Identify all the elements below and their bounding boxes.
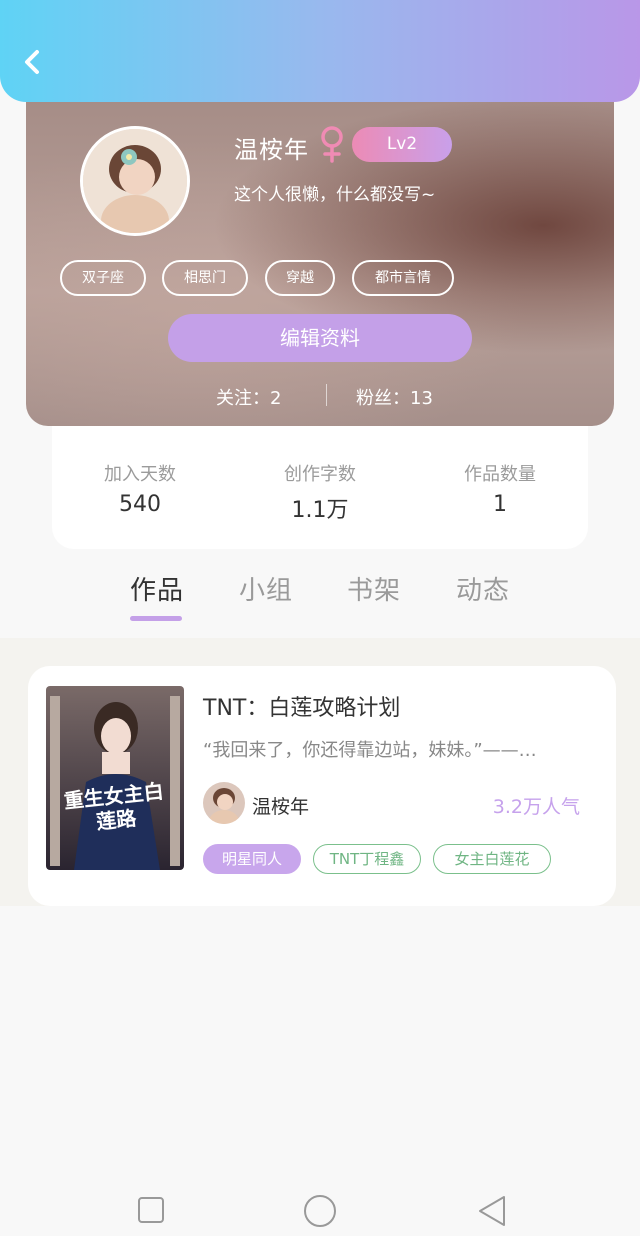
stat-value: 1 (493, 492, 507, 517)
recent-apps-button[interactable] (137, 1196, 165, 1228)
circle-icon (304, 1195, 336, 1227)
following-count[interactable]: 关注：2 (216, 384, 281, 410)
fans-count[interactable]: 粉丝：13 (356, 384, 433, 410)
work-tag[interactable]: TNT丁程鑫 (313, 844, 421, 874)
stat-label: 创作字数 (284, 464, 356, 485)
book-cover[interactable]: 重生女主白莲路 (46, 686, 184, 870)
tab-activity[interactable]: 动态 (456, 570, 510, 607)
tab-bookshelf[interactable]: 书架 (347, 570, 401, 607)
profile-card: 温桉年 Lv2 这个人很懒，什么都没写~ 双子座 相思门 穿越 都市言情 编辑资… (26, 92, 614, 426)
bio-text: 这个人很懒，什么都没写~ (234, 185, 436, 205)
system-nav-bar (0, 1188, 640, 1236)
author-avatar[interactable] (203, 782, 245, 824)
tab-works[interactable]: 作品 (130, 570, 184, 607)
stat-label: 作品数量 (464, 464, 536, 485)
active-tab-indicator (130, 616, 182, 621)
popularity-count: 3.2万人气 (492, 796, 580, 818)
profile-tag[interactable]: 双子座 (60, 260, 146, 296)
stat-value: 540 (119, 492, 161, 517)
work-title[interactable]: TNT：白莲攻略计划 (203, 690, 400, 722)
header-bar (0, 0, 640, 102)
chevron-left-icon (25, 50, 39, 74)
divider (326, 384, 327, 406)
stat-works-count: 作品数量 1 (430, 460, 570, 517)
work-tag[interactable]: 女主白莲花 (433, 844, 551, 874)
triangle-back-icon (479, 1196, 505, 1226)
stats-card: 加入天数 540 创作字数 1.1万 作品数量 1 (52, 420, 588, 549)
tab-groups[interactable]: 小组 (239, 570, 293, 607)
back-button[interactable] (18, 46, 48, 78)
stat-join-days: 加入天数 540 (70, 460, 210, 517)
author-name[interactable]: 温桉年 (252, 792, 309, 819)
profile-tag[interactable]: 都市言情 (352, 260, 454, 296)
stat-word-count: 创作字数 1.1万 (250, 460, 390, 524)
level-badge: Lv2 (352, 127, 452, 162)
edit-profile-button[interactable]: 编辑资料 (168, 314, 472, 362)
profile-tag[interactable]: 穿越 (265, 260, 335, 296)
profile-tag[interactable]: 相思门 (162, 260, 248, 296)
home-button[interactable] (303, 1194, 337, 1232)
avatar[interactable] (80, 126, 190, 236)
username: 温桉年 (234, 136, 309, 164)
avatar-image (83, 129, 187, 233)
system-back-button[interactable] (477, 1195, 507, 1231)
stat-value: 1.1万 (291, 498, 349, 523)
work-card[interactable]: 重生女主白莲路 TNT：白莲攻略计划 “我回来了，你还得靠边站，妹妹。”——… … (28, 666, 616, 906)
square-icon (138, 1197, 164, 1223)
work-tag[interactable]: 明星同人 (203, 844, 301, 874)
female-icon (316, 124, 348, 164)
work-excerpt: “我回来了，你还得靠边站，妹妹。”——… (203, 740, 537, 761)
stat-label: 加入天数 (104, 464, 176, 485)
